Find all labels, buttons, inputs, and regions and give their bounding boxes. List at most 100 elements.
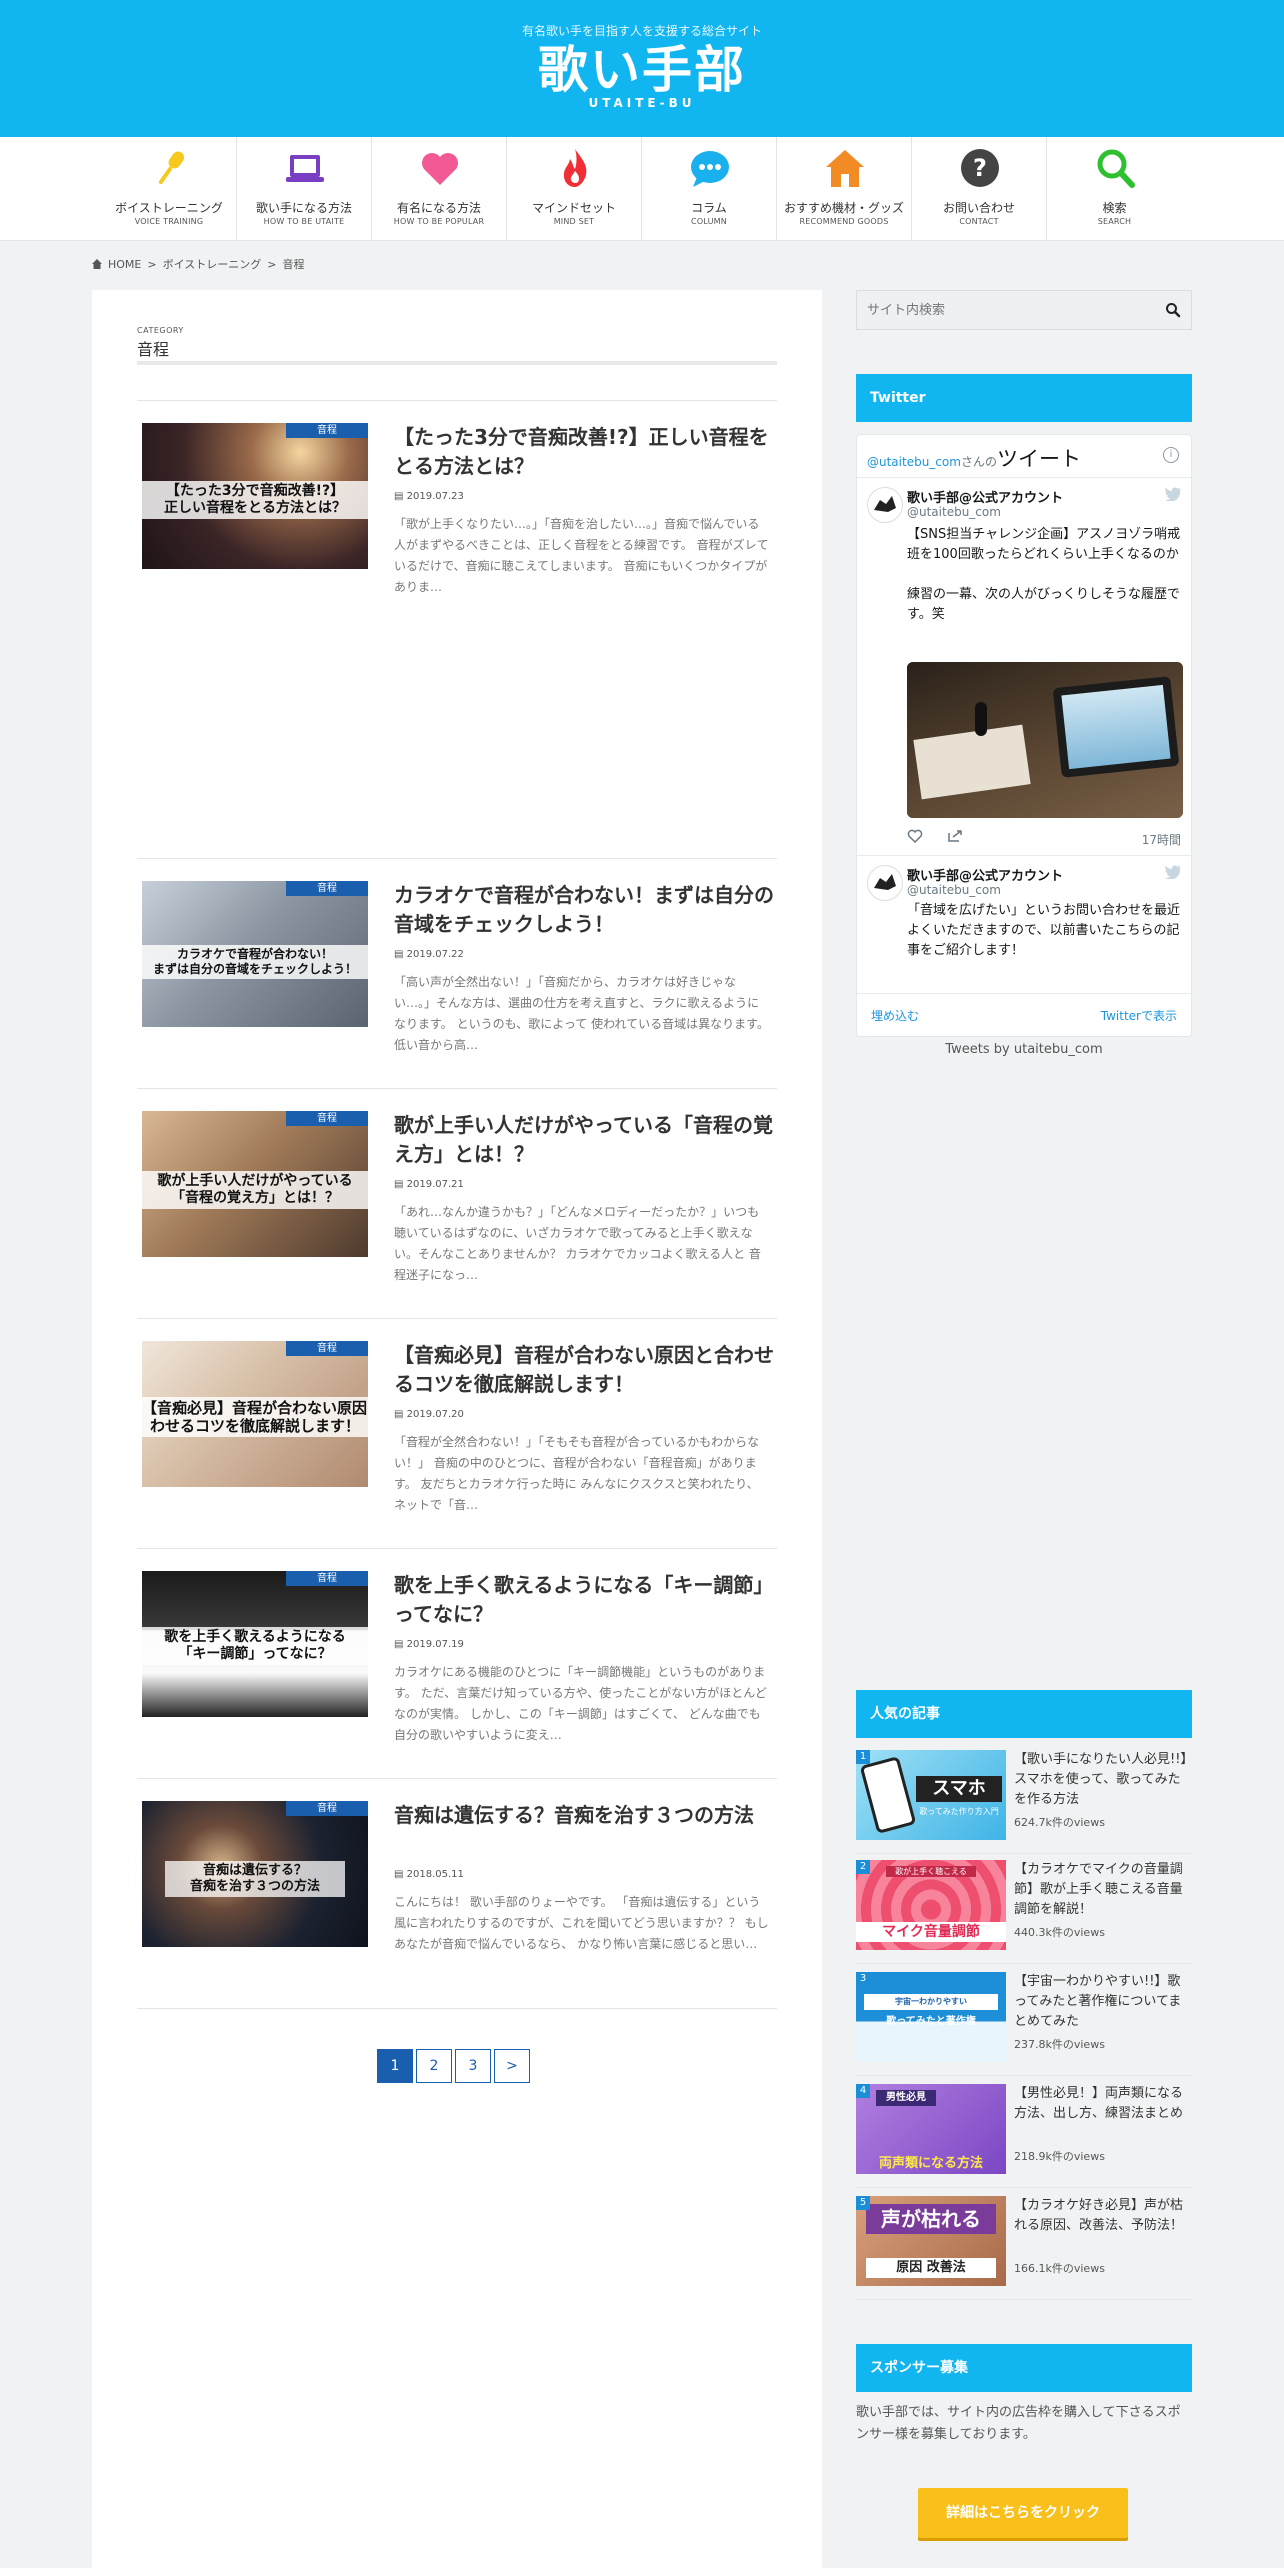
page-1-button[interactable]: 1 xyxy=(377,2049,413,2083)
popular-thumbnail[interactable]: 3 宇宙一わかりやすい 歌ってみたと著作権 xyxy=(856,1972,1006,2062)
post-title[interactable]: カラオケで音程が合わない！まずは自分の音域をチェックしよう！ xyxy=(394,881,774,939)
info-icon[interactable]: i xyxy=(1163,447,1179,463)
tweets-by-link[interactable]: Tweets by utaitebu_com xyxy=(856,1042,1192,1057)
photo-microphone xyxy=(975,702,987,736)
timeline-handle[interactable]: @utaitebu_com xyxy=(867,455,961,469)
post-category-tag: 音程 xyxy=(286,423,368,438)
tweet-photo[interactable] xyxy=(907,662,1183,818)
popular-thumbnail[interactable]: 4 男性必見 両声類になる方法 xyxy=(856,2084,1006,2174)
post-card[interactable]: 音程 音痴は遺伝する？ 音痴を治す３つの方法 音痴は遺伝する？音痴を治す３つの方… xyxy=(137,1778,777,2008)
post-title[interactable]: 【たった3分で音痴改善!?】正しい音程をとる方法とは？ xyxy=(394,423,774,481)
popular-title[interactable]: 【カラオケ好き必見】声が枯れる原因、改善法、予防法！ xyxy=(1014,2196,1190,2236)
post-date-text: 2019.07.20 xyxy=(406,1409,464,1420)
post-title[interactable]: 音痴は遺伝する？音痴を治す３つの方法 xyxy=(394,1801,774,1830)
tweet-author-name[interactable]: 歌い手部@公式アカウント xyxy=(907,487,1063,506)
nav-label: おすすめ機材・グッズ xyxy=(783,201,904,215)
twitter-bird-icon[interactable] xyxy=(1165,487,1181,501)
nav-item-contact[interactable]: ? お問い合わせ CONTACT xyxy=(912,137,1047,241)
post-excerpt: 「あれ…なんか違うかも？」「どんなメロディーだったか？」いつも聴いているはずなの… xyxy=(394,1205,761,1282)
nav-sub: HOW TO BE POPULAR xyxy=(393,217,485,226)
breadcrumb-home[interactable]: HOME xyxy=(108,258,141,271)
list-divider xyxy=(137,2008,777,2009)
post-thumbnail[interactable]: 音程 カラオケで音程が合わない！ まずは自分の音域をチェックしよう！ xyxy=(142,881,368,1027)
avatar[interactable] xyxy=(867,865,903,901)
popular-title[interactable]: 【歌い手になりたい人必見!!】スマホを使って、歌ってみたを作る方法 xyxy=(1014,1750,1190,1810)
thumb-caption-line: 音痴は遺伝する？ xyxy=(202,1863,307,1878)
post-thumbnail[interactable]: 音程 【たった3分で音痴改善!?】 正しい音程をとる方法とは？ xyxy=(142,423,368,569)
popular-title[interactable]: 【宇宙一わかりやすい!!】歌ってみたと著作権についてまとめてみた xyxy=(1014,1972,1190,2032)
sponsor-details-button[interactable]: 詳細はこちらをクリック xyxy=(918,2488,1128,2538)
page-2-button[interactable]: 2 xyxy=(416,2049,452,2083)
calendar-icon: ▤ xyxy=(394,1869,404,1880)
nav-item-mind-set[interactable]: マインドセット MIND SET xyxy=(507,137,642,241)
popular-item[interactable]: 2 歌が上手く聴こえる マイク音量調節 【カラオケでマイクの音量調節】歌が上手く… xyxy=(856,1856,1192,1964)
post-thumbnail[interactable]: 音程 歌が上手い人だけがやっている 「音程の覚え方」とは！？ xyxy=(142,1111,368,1257)
search-icon[interactable] xyxy=(1165,302,1181,318)
thumb-text: 歌ってみたと著作権 xyxy=(886,2016,976,2027)
calendar-icon: ▤ xyxy=(394,1639,404,1650)
post-title[interactable]: 歌が上手い人だけがやっている「音程の覚え方」とは！？ xyxy=(394,1111,774,1169)
popular-item[interactable]: 4 男性必見 両声類になる方法 【男性必見！】両声類になる方法、出し方、練習法ま… xyxy=(856,2080,1192,2188)
thumb-caption-line: カラオケで音程が合わない！ xyxy=(176,947,333,961)
phone-illustration xyxy=(859,1756,917,1834)
popular-item[interactable]: 1 スマホ 歌ってみた作り方入門 【歌い手になりたい人必見!!】スマホを使って、… xyxy=(856,1746,1192,1854)
embed-link[interactable]: 埋め込む xyxy=(871,1007,919,1024)
photo-tablet-screen xyxy=(1061,684,1171,770)
tweet-author-handle[interactable]: @utaitebu_com xyxy=(907,505,1001,519)
microphone-icon xyxy=(158,151,185,185)
tweet-author-name[interactable]: 歌い手部@公式アカウント xyxy=(907,865,1063,884)
post-title[interactable]: 【音痴必見】音程が合わない原因と合わせるコツを徹底解説します！ xyxy=(394,1341,774,1399)
divider xyxy=(857,855,1191,856)
nav-item-how-to-be-utaite[interactable]: 歌い手になる方法 HOW TO BE UTAITE xyxy=(237,137,372,241)
post-excerpt: カラオケにある機能のひとつに「キー調節機能」というものがあります。 ただ、言葉だ… xyxy=(394,1665,767,1742)
popular-thumbnail[interactable]: 5 声が枯れる 原因 改善法 xyxy=(856,2196,1006,2286)
post-card[interactable]: 音程 カラオケで音程が合わない！ まずは自分の音域をチェックしよう！ カラオケで… xyxy=(137,858,777,1088)
timeline-header-title: ツイート xyxy=(996,447,1081,471)
share-icon[interactable] xyxy=(947,829,963,843)
post-thumbnail[interactable]: 音程 歌を上手く歌えるようになる 「キー調節」ってなに？ xyxy=(142,1571,368,1717)
twitter-bird-icon[interactable] xyxy=(1165,865,1181,879)
site-logo[interactable]: 歌い手部 xyxy=(0,40,1284,100)
rank-badge: 5 xyxy=(856,2196,870,2210)
breadcrumb-voice-training[interactable]: ボイストレーニング xyxy=(163,256,262,272)
post-card[interactable]: 音程 【音痴必見】音程が合わない原因と合 わせるコツを徹底解説します！ 【音痴必… xyxy=(137,1318,777,1548)
popular-title[interactable]: 【男性必見！】両声類になる方法、出し方、練習法まとめ xyxy=(1014,2084,1190,2124)
nav-label: お問い合わせ xyxy=(942,201,1015,215)
popular-item[interactable]: 3 宇宙一わかりやすい 歌ってみたと著作権 【宇宙一わかりやすい!!】歌ってみた… xyxy=(856,1968,1192,2076)
thumb-subtext: 歌が上手く聴こえる xyxy=(886,1866,976,1877)
post-thumbnail[interactable]: 音程 【音痴必見】音程が合わない原因と合 わせるコツを徹底解説します！ xyxy=(142,1341,368,1487)
popular-thumbnail[interactable]: 1 スマホ 歌ってみた作り方入門 xyxy=(856,1750,1006,1840)
post-date-text: 2019.07.22 xyxy=(406,949,464,960)
breadcrumb-current: 音程 xyxy=(282,258,305,271)
page-3-button[interactable]: 3 xyxy=(455,2049,491,2083)
tweet-time[interactable]: 17時間 xyxy=(1142,831,1181,848)
popular-title[interactable]: 【カラオケでマイクの音量調節】歌が上手く聴こえる音量調節を解説！ xyxy=(1014,1860,1190,1920)
tweet-author-handle[interactable]: @utaitebu_com xyxy=(907,883,1001,897)
next-page-button[interactable]: > xyxy=(494,2049,530,2083)
nav-item-search[interactable]: 検索 SEARCH xyxy=(1047,137,1182,241)
post-card[interactable]: 音程 歌が上手い人だけがやっている 「音程の覚え方」とは！？ 歌が上手い人だけが… xyxy=(137,1088,777,1318)
post-card[interactable]: 音程 【たった3分で音痴改善!?】 正しい音程をとる方法とは？ 【たった3分で音… xyxy=(137,400,777,630)
post-card[interactable]: 音程 歌を上手く歌えるようになる 「キー調節」ってなに？ 歌を上手く歌えるように… xyxy=(137,1548,777,1778)
search-input[interactable] xyxy=(867,291,1147,329)
chat-bubble-icon xyxy=(691,151,729,187)
nav-sub: VOICE TRAINING xyxy=(134,217,204,226)
avatar[interactable] xyxy=(867,487,903,523)
nav-item-recommend-goods[interactable]: おすすめ機材・グッズ RECOMMEND GOODS xyxy=(777,137,912,241)
popular-views: 440.3k件のviews xyxy=(1014,1926,1105,1939)
post-thumbnail[interactable]: 音程 音痴は遺伝する？ 音痴を治す３つの方法 xyxy=(142,1801,368,1947)
nav-item-column[interactable]: コラム COLUMN xyxy=(642,137,777,241)
category-divider xyxy=(137,361,777,365)
post-title[interactable]: 歌を上手く歌えるようになる「キー調節」ってなに？ xyxy=(394,1571,774,1629)
search-icon xyxy=(1097,149,1135,188)
like-icon[interactable] xyxy=(907,829,923,843)
popular-item[interactable]: 5 声が枯れる 原因 改善法 【カラオケ好き必見】声が枯れる原因、改善法、予防法… xyxy=(856,2192,1192,2300)
nav-item-how-to-be-popular[interactable]: 有名になる方法 HOW TO BE POPULAR xyxy=(372,137,507,241)
nav-label: コラム xyxy=(691,201,727,215)
thumb-caption-line: 【たった3分で音痴改善!?】 xyxy=(165,483,345,499)
calendar-icon: ▤ xyxy=(394,1409,404,1420)
popular-thumbnail[interactable]: 2 歌が上手く聴こえる マイク音量調節 xyxy=(856,1860,1006,1950)
nav-item-voice-training[interactable]: ボイストレーニング VOICE TRAINING xyxy=(102,137,237,241)
view-on-twitter-link[interactable]: Twitterで表示 xyxy=(1101,1007,1177,1024)
popular-widget-title: 人気の記事 xyxy=(856,1690,1192,1738)
